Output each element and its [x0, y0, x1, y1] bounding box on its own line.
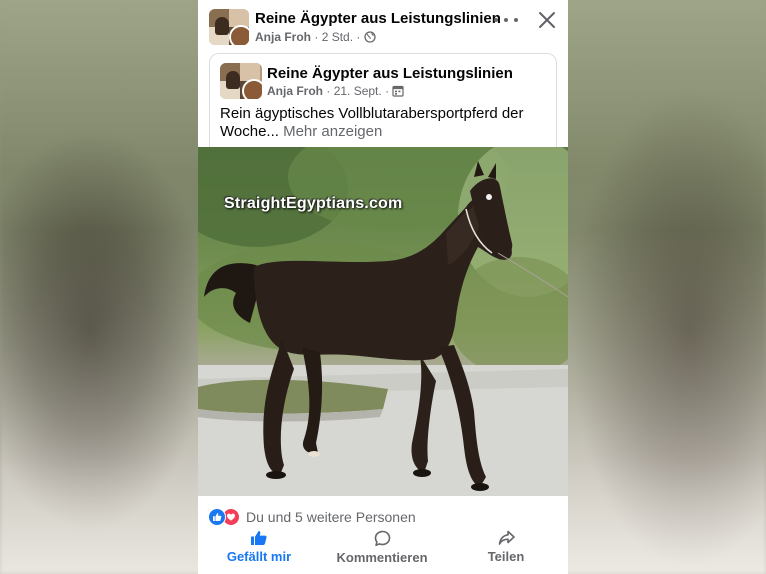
meta-separator: ·: [314, 30, 319, 44]
meta-separator: ·: [385, 84, 390, 98]
close-icon: [539, 12, 555, 28]
like-icon: [208, 508, 226, 526]
more-options-button[interactable]: [494, 12, 518, 28]
comment-button[interactable]: Kommentieren: [336, 530, 428, 574]
share-icon: [498, 530, 515, 545]
comment-icon: [374, 530, 390, 546]
post-meta: Anja Froh · 2 Std. ·: [255, 30, 376, 46]
post-card: Reine Ägypter aus Leistungslinien Anja F…: [198, 0, 568, 574]
shared-post[interactable]: Reine Ägypter aus Leistungslinien Anja F…: [209, 53, 557, 154]
post-time[interactable]: 2 Std.: [322, 30, 353, 44]
background-left: [0, 0, 200, 574]
like-button[interactable]: Gefällt mir: [226, 530, 292, 574]
globe-icon: [364, 31, 376, 46]
shared-page-name[interactable]: Reine Ägypter aus Leistungslinien: [267, 65, 513, 82]
like-label: Gefällt mir: [226, 549, 292, 564]
page-name[interactable]: Reine Ägypter aus Leistungslinien: [255, 10, 501, 27]
see-more-link[interactable]: Mehr anzeigen: [283, 123, 382, 140]
shared-author-name[interactable]: Anja Froh: [267, 84, 323, 98]
calendar-icon: [392, 85, 405, 100]
action-bar: Gefällt mir Kommentieren Teilen: [198, 530, 568, 574]
more-horizontal-icon: [494, 18, 498, 22]
reaction-summary[interactable]: Du und 5 weitere Personen: [208, 507, 416, 527]
meta-separator: ·: [326, 84, 331, 98]
shared-post-date[interactable]: 21. Sept.: [334, 84, 382, 98]
close-button[interactable]: [538, 11, 556, 29]
meta-separator: ·: [356, 30, 361, 44]
background-right: [566, 0, 766, 574]
page-avatar[interactable]: [209, 9, 249, 45]
share-button[interactable]: Teilen: [484, 530, 528, 574]
comment-label: Kommentieren: [336, 550, 428, 565]
shared-post-meta: Anja Froh · 21. Sept. ·: [267, 84, 405, 100]
photo-watermark: StraightEgyptians.com: [224, 195, 403, 212]
thumbs-up-icon: [251, 531, 267, 545]
post-text: Rein ägyptisches Vollblutarabersportpfer…: [220, 105, 545, 141]
post-header: Reine Ägypter aus Leistungslinien Anja F…: [198, 0, 568, 48]
share-label: Teilen: [487, 549, 525, 564]
author-name[interactable]: Anja Froh: [255, 30, 311, 44]
shared-page-avatar[interactable]: [220, 63, 262, 99]
reaction-count[interactable]: Du und 5 weitere Personen: [246, 509, 416, 525]
post-photo[interactable]: StraightEgyptians.com: [198, 147, 568, 496]
